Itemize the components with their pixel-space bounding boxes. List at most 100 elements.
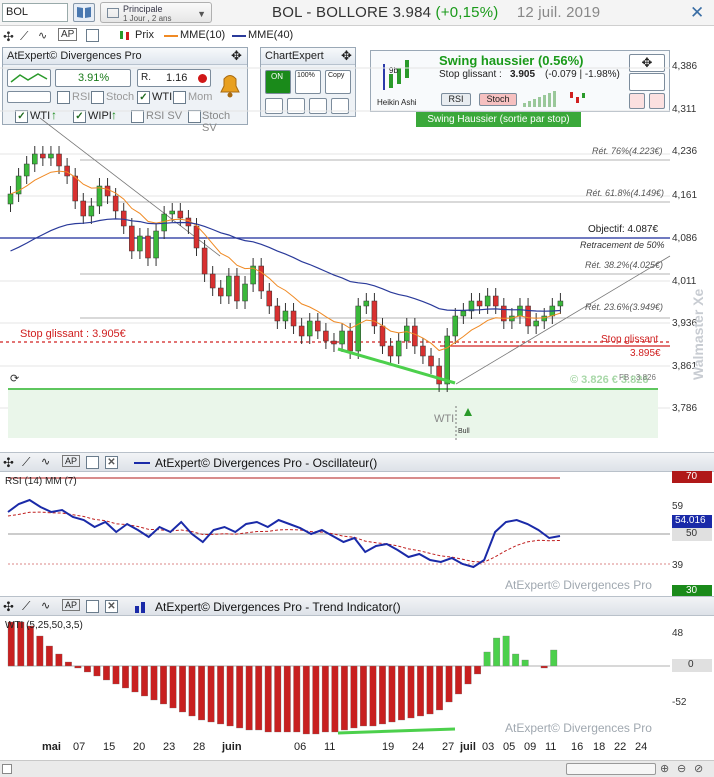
candle bbox=[290, 310, 297, 327]
x-label: juil bbox=[460, 741, 476, 753]
candle bbox=[274, 305, 281, 322]
y-label: 4,386 bbox=[672, 61, 698, 72]
candle bbox=[177, 210, 184, 219]
fib-objectif: Objectif: 4.087€ bbox=[588, 224, 659, 235]
trend-bar bbox=[26, 625, 34, 667]
x-label: 22 bbox=[614, 741, 627, 753]
fib-23: Rét. 23.6%(3.949€) bbox=[585, 302, 664, 312]
zoom-in-icon[interactable]: ⊕ bbox=[660, 762, 669, 775]
book-icon[interactable] bbox=[73, 3, 95, 22]
instrument-title: BOL - BOLLORE 3.984 (+0,15%) 12 juil. 20… bbox=[272, 4, 600, 21]
x-label: 24 bbox=[412, 741, 425, 753]
trend-bar bbox=[340, 665, 348, 731]
candle bbox=[533, 320, 539, 327]
text-tool-icon[interactable]: AP bbox=[62, 599, 81, 611]
y-label: 4,161 bbox=[672, 190, 698, 201]
trend-bar bbox=[217, 665, 225, 725]
rsi-ma-line bbox=[7, 511, 561, 563]
trend-zero-badge: 0 bbox=[672, 659, 712, 672]
trend-bar bbox=[483, 651, 491, 667]
trend-bar bbox=[321, 665, 329, 733]
trend-bar bbox=[45, 645, 53, 667]
candle bbox=[298, 325, 305, 337]
y-label: 59 bbox=[672, 501, 684, 512]
candle bbox=[153, 230, 159, 259]
candle bbox=[209, 273, 216, 289]
window-toggle[interactable] bbox=[86, 600, 99, 613]
x-label: mai bbox=[42, 741, 61, 753]
trend-bar bbox=[55, 653, 63, 667]
fib-61: Rét. 61.8%(4.149€) bbox=[586, 188, 665, 198]
trend-bar bbox=[540, 665, 548, 669]
candle bbox=[517, 305, 523, 317]
candle bbox=[363, 300, 370, 307]
scroll-thumb[interactable] bbox=[566, 763, 656, 775]
trend-bar bbox=[131, 665, 139, 693]
close-icon[interactable]: ✕ bbox=[105, 600, 118, 613]
trend-bar bbox=[379, 665, 386, 725]
line-tool-icon[interactable]: ⟋ bbox=[22, 455, 30, 470]
horizontal-scrollbar[interactable]: ⊕ ⊖ ⊘ bbox=[0, 760, 714, 777]
top-toolbar: BOL Principale 1 Jour , 2 ans ▼ BOL - BO… bbox=[0, 0, 714, 26]
trend-bar bbox=[122, 665, 129, 689]
trend-bar bbox=[293, 665, 301, 733]
candle bbox=[541, 315, 547, 322]
period-selector[interactable]: Principale 1 Jour , 2 ans ▼ bbox=[100, 2, 212, 23]
draw-tool-icon[interactable]: ∿ bbox=[41, 599, 50, 612]
trend-bar bbox=[255, 665, 263, 731]
draw-tool-icon[interactable]: ∿ bbox=[41, 455, 50, 468]
line-tool-icon[interactable]: ⟋ bbox=[22, 599, 30, 614]
trend-chart[interactable] bbox=[0, 616, 714, 738]
trend-bar bbox=[93, 665, 101, 677]
candle bbox=[112, 195, 119, 212]
candle bbox=[40, 153, 46, 159]
rsi-70-badge: 70 bbox=[672, 471, 712, 483]
crosshair-tool-icon[interactable]: ✣ bbox=[3, 455, 14, 471]
x-label: 18 bbox=[593, 741, 606, 753]
trend-header: ✣ ⟋ ∿ AP ✕ AtExpert© Divergences Pro - T… bbox=[0, 596, 714, 616]
rsi-50-badge: 50 bbox=[672, 528, 712, 541]
candle bbox=[420, 345, 426, 357]
stop-label-right-value: 3.895€ bbox=[630, 348, 661, 359]
histogram-icon bbox=[134, 600, 150, 613]
tools-icon[interactable]: ✕ bbox=[690, 3, 704, 23]
reset-zoom-icon[interactable]: ⊘ bbox=[694, 762, 703, 775]
candle bbox=[452, 315, 459, 337]
close-icon[interactable]: ✕ bbox=[105, 456, 118, 469]
trend-bar bbox=[455, 665, 462, 695]
alarm-icon[interactable]: ⟳ bbox=[10, 372, 19, 385]
trend-bar bbox=[179, 665, 186, 713]
fib-38: Rét. 38.2%(4.025€) bbox=[585, 260, 664, 270]
x-label: 03 bbox=[482, 741, 495, 753]
trend-bar bbox=[521, 659, 529, 667]
crosshair-tool-icon[interactable]: ✣ bbox=[3, 599, 14, 615]
chevron-down-icon: ▼ bbox=[197, 9, 206, 19]
y-label: 4,011 bbox=[672, 276, 697, 287]
trend-bar bbox=[198, 665, 206, 721]
window-toggle[interactable] bbox=[86, 456, 99, 469]
text-tool-icon[interactable]: AP bbox=[62, 455, 81, 467]
candle bbox=[476, 300, 483, 307]
trend-bar bbox=[264, 665, 272, 733]
candle bbox=[306, 320, 313, 337]
x-label: juin bbox=[222, 741, 242, 753]
y-label: -52 bbox=[672, 697, 687, 708]
side-watermark: Walmaster Xe bbox=[690, 288, 706, 380]
stop-label-right: Stop glissant bbox=[601, 334, 659, 345]
trend-bar bbox=[103, 665, 110, 681]
zoom-out-icon[interactable]: ⊖ bbox=[677, 762, 686, 775]
price-chart[interactable] bbox=[0, 26, 714, 452]
trend-bar bbox=[236, 665, 244, 729]
scroll-left-handle[interactable] bbox=[2, 764, 12, 774]
oscillator-title: AtExpert© Divergences Pro - Oscillateur(… bbox=[155, 456, 378, 470]
trend-bar bbox=[474, 665, 482, 675]
candle bbox=[129, 225, 135, 252]
symbol-input[interactable]: BOL bbox=[2, 3, 68, 22]
y-label: 39 bbox=[672, 560, 684, 571]
candle bbox=[492, 295, 499, 307]
candle bbox=[460, 310, 467, 317]
candle bbox=[120, 210, 127, 227]
candle bbox=[48, 153, 54, 159]
wti-label: WTI (5,25,50,3,5) bbox=[5, 620, 83, 631]
trend-bar bbox=[512, 653, 520, 667]
